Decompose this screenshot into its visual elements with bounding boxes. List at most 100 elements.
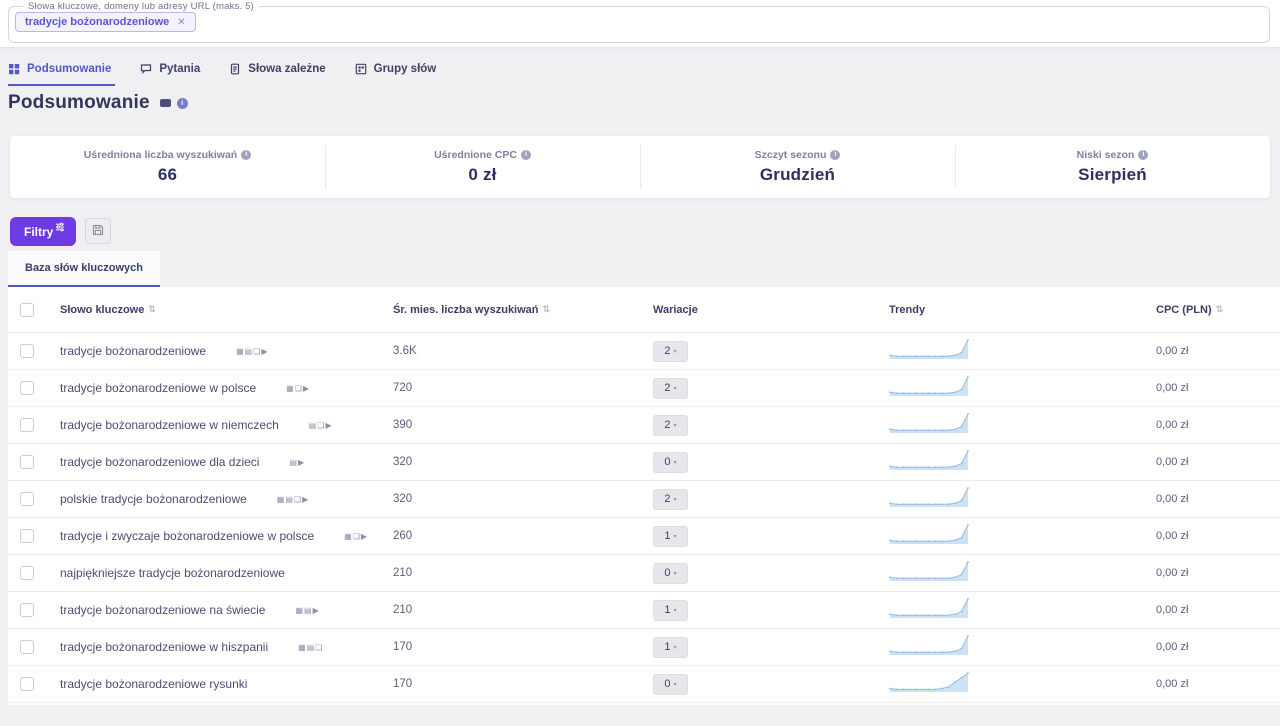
variations-dropdown[interactable]: 0 ▾ [653, 452, 688, 473]
tab-keyword-database[interactable]: Baza słów kluczowych [8, 251, 160, 287]
serp-video-icon: ▶ [361, 532, 368, 541]
variations-dropdown[interactable]: 2 ▾ [653, 341, 688, 362]
sort-icon[interactable]: ⇅ [1216, 304, 1224, 315]
search-volume: 320 [385, 456, 645, 468]
variations-dropdown[interactable]: 0 ▾ [653, 563, 688, 584]
filters-button[interactable]: Filtry [10, 217, 76, 246]
row-checkbox[interactable] [20, 344, 34, 358]
remove-keyword-icon[interactable]: ✕ [177, 17, 185, 28]
keyword-link[interactable]: tradycje bożonarodzeniowe dla dzieci [60, 455, 259, 469]
nav-tabs: Podsumowanie Pytania Słowa zależne Grupy… [8, 63, 1280, 86]
chevron-down-icon: ▾ [674, 348, 677, 355]
trend-sparkline [881, 338, 1148, 365]
row-checkbox[interactable] [20, 566, 34, 580]
keyword-link[interactable]: tradycje bożonarodzeniowe rysunki [60, 677, 247, 691]
info-icon[interactable]: i [1138, 150, 1148, 160]
row-checkbox[interactable] [20, 603, 34, 617]
search-volume: 260 [385, 530, 645, 542]
serp-image-icon: ▦ [344, 532, 353, 541]
table-row: najpiękniejsze tradycje bożonarodzeniowe… [8, 555, 1280, 592]
table-row: tradycje bożonarodzeniowe w polsce ▦❏▶ 7… [8, 370, 1280, 407]
variations-count: 2 [664, 419, 670, 431]
save-icon [92, 224, 104, 239]
variations-dropdown[interactable]: 1 ▾ [653, 526, 688, 547]
variations-count: 2 [664, 345, 670, 357]
keyword-link[interactable]: tradycje bożonarodzeniowe w polsce [60, 381, 256, 395]
variations-dropdown[interactable]: 2 ▾ [653, 489, 688, 510]
keyword-link[interactable]: tradycje bożonarodzeniowe na świecie [60, 603, 265, 617]
info-icon[interactable]: i [241, 150, 251, 160]
serp-features-icons: ▤▶ [289, 458, 305, 467]
sort-icon[interactable]: ⇅ [148, 304, 156, 315]
trend-sparkline [881, 634, 1148, 661]
row-checkbox[interactable] [20, 455, 34, 469]
keyword-link[interactable]: polskie tradycje bożonarodzeniowe [60, 492, 247, 506]
row-checkbox[interactable] [20, 640, 34, 654]
tab-pytania[interactable]: Pytania [140, 63, 204, 86]
column-header[interactable]: Słowo kluczowe ⇅ [52, 304, 385, 316]
search-volume: 210 [385, 567, 645, 579]
serp-video-icon: ▶ [303, 384, 310, 393]
serp-question-icon: ❏ [315, 643, 323, 652]
column-header[interactable]: CPC (PLN)⇅ [1148, 304, 1280, 316]
panel-tabs: Baza słów kluczowych [8, 251, 1280, 287]
trend-sparkline [881, 560, 1148, 587]
search-volume: 170 [385, 678, 645, 690]
serp-question-icon: ❏ [295, 384, 303, 393]
variations-dropdown[interactable]: 0 ▾ [653, 674, 688, 695]
chevron-down-icon: ▾ [674, 422, 677, 429]
video-tutorial-icon[interactable] [160, 99, 171, 107]
tab-slowa-zalezne[interactable]: Słowa zależne [229, 63, 329, 86]
tab-podsumowanie[interactable]: Podsumowanie [8, 63, 115, 86]
variations-count: 0 [664, 567, 670, 579]
keyword-link[interactable]: tradycje bożonarodzeniowe [60, 344, 206, 358]
trend-sparkline [881, 523, 1148, 550]
serp-question-icon: ❏ [317, 421, 325, 430]
table-row: tradycje bożonarodzeniowe w niemczech ▤❏… [8, 407, 1280, 444]
tab-grupy-slow[interactable]: Grupy słów [355, 63, 441, 86]
keyword-input[interactable]: Słowa kluczowe, domeny lub adresy URL (m… [8, 1, 1270, 43]
info-icon[interactable]: i [830, 150, 840, 160]
variations-count: 1 [664, 530, 670, 542]
stat-value: 0 zł [468, 165, 496, 185]
sort-icon[interactable]: ⇅ [543, 304, 551, 315]
variations-dropdown[interactable]: 2 ▾ [653, 415, 688, 436]
column-label: Słowo kluczowe [60, 304, 144, 316]
stat-value: 66 [158, 165, 177, 185]
row-checkbox[interactable] [20, 529, 34, 543]
search-volume: 390 [385, 419, 645, 431]
serp-news-icon: ▤ [307, 643, 316, 652]
variations-dropdown[interactable]: 1 ▾ [653, 637, 688, 658]
keyword-link[interactable]: tradycje i zwyczaje bożonarodzeniowe w p… [60, 529, 314, 543]
row-checkbox[interactable] [20, 492, 34, 506]
variations-count: 0 [664, 456, 670, 468]
column-header[interactable]: Śr. mies. liczba wyszukiwań⇅ [385, 304, 645, 316]
serp-image-icon: ▦ [295, 606, 304, 615]
trend-sparkline [881, 597, 1148, 624]
cpc-value: 0,00 zł [1148, 493, 1280, 505]
serp-news-icon: ▤ [245, 347, 254, 356]
save-filters-button[interactable] [85, 218, 111, 244]
column-header: Trendy [881, 304, 1148, 316]
stat-avg-searches: Uśredniona liczba wyszukiwańi 66 [10, 136, 325, 198]
tab-label: Grupy słów [374, 63, 437, 75]
row-checkbox[interactable] [20, 418, 34, 432]
page-title-text: Podsumowanie [8, 92, 150, 114]
row-checkbox[interactable] [20, 677, 34, 691]
keyword-link[interactable]: najpiękniejsze tradycje bożonarodzeniowe [60, 566, 285, 580]
keyword-link[interactable]: tradycje bożonarodzeniowe w hiszpanii [60, 640, 268, 654]
row-checkbox[interactable] [20, 381, 34, 395]
variations-dropdown[interactable]: 2 ▾ [653, 378, 688, 399]
stat-value: Sierpień [1078, 165, 1147, 185]
page-title: Podsumowanie i [8, 92, 1280, 114]
column-header: Wariacje [645, 304, 881, 316]
keyword-chip[interactable]: tradycje bożonarodzeniowe ✕ [15, 12, 196, 32]
select-all-checkbox[interactable] [20, 303, 34, 317]
serp-features-icons: ▦▤▶ [295, 606, 319, 615]
variations-dropdown[interactable]: 1 ▾ [653, 600, 688, 621]
info-icon[interactable]: i [177, 98, 188, 109]
info-icon[interactable]: i [521, 150, 531, 160]
chevron-down-icon: ▾ [674, 681, 677, 688]
serp-features-icons: ▦▤❏ [298, 643, 323, 652]
keyword-link[interactable]: tradycje bożonarodzeniowe w niemczech [60, 418, 279, 432]
